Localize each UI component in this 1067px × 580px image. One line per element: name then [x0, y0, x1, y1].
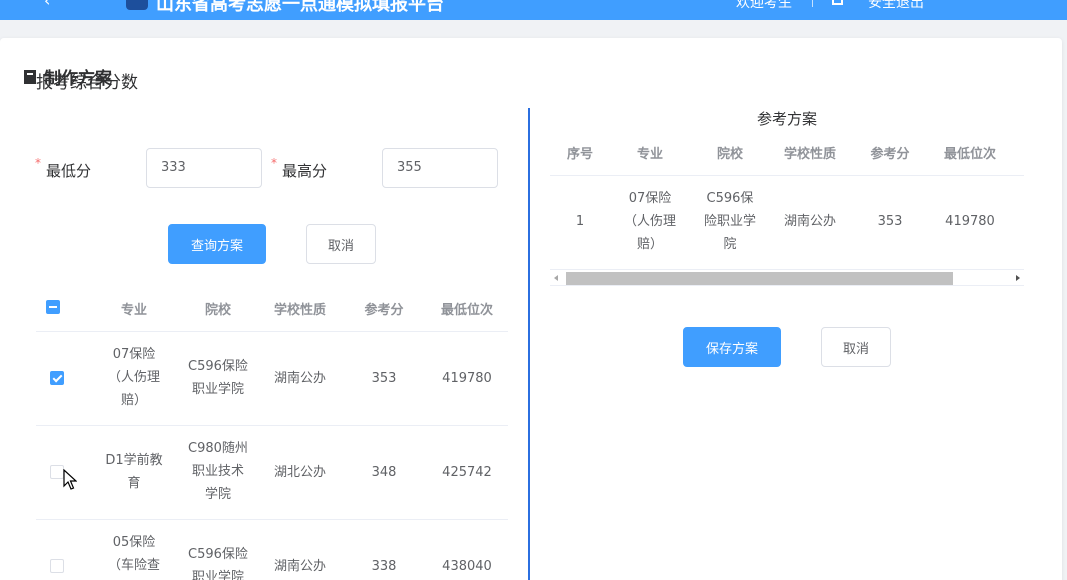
- cell-school: C596保 险职业学 院: [692, 187, 768, 256]
- reference-plan-title: 参考方案: [756, 110, 817, 128]
- cell-school-line: 学院: [204, 487, 231, 502]
- col-header-rank: 最低位次: [440, 303, 493, 318]
- cell-school: C596保险 职业学院: [176, 543, 260, 580]
- cell-major-line: （人伤理: [623, 214, 676, 229]
- cell-major-line: 07保险: [112, 347, 156, 362]
- section-title: 报考综合分数: [36, 73, 138, 93]
- header-separator: [812, 0, 813, 7]
- cell-major: 07保险 （人伤理 赔）: [612, 187, 688, 256]
- cell-score: 353: [877, 214, 903, 229]
- app-title: 山东省高考志愿一点通模拟填报平台: [156, 0, 444, 15]
- cell-major: 05保险 （车险查: [96, 531, 172, 577]
- scrollbar-thumb[interactable]: [566, 272, 953, 285]
- cell-school-line: C980随州: [188, 441, 248, 456]
- cell-score: 348: [371, 465, 397, 480]
- cell-score: 338: [371, 559, 397, 574]
- row-checkbox[interactable]: [50, 465, 64, 479]
- col-header-score: 参考分: [364, 303, 404, 318]
- cell-type: 湖北公办: [273, 465, 326, 480]
- col-header-index: 序号: [566, 147, 593, 162]
- required-mark: *: [35, 156, 41, 170]
- cell-type: 湖南公办: [783, 214, 836, 229]
- logout-icon[interactable]: [832, 0, 843, 5]
- row-divider: [36, 425, 508, 426]
- cell-type: 湖南公办: [273, 559, 326, 574]
- row-divider: [36, 519, 508, 520]
- col-header-school: 院校: [716, 147, 743, 162]
- cell-major-line: 07保险: [628, 191, 672, 206]
- cell-school-line: 职业学院: [191, 570, 244, 580]
- scroll-right-icon[interactable]: [1016, 275, 1020, 281]
- cell-school: C596保险 职业学院: [176, 355, 260, 401]
- logo-icon: [126, 0, 148, 10]
- cell-school-line: 职业技术: [191, 464, 244, 479]
- user-greeting: 欢迎考生: [736, 0, 792, 11]
- cell-major: D1学前教 育: [96, 449, 172, 495]
- cell-school-line: C596保: [706, 191, 754, 206]
- logout-link[interactable]: 安全退出: [868, 0, 924, 12]
- row-divider: [550, 175, 1024, 176]
- cell-school-line: 险职业学: [703, 214, 756, 229]
- cell-rank: 425742: [442, 465, 492, 480]
- min-score-input[interactable]: 333: [146, 148, 262, 188]
- cell-major-line: （车险查: [107, 558, 160, 573]
- cell-major-line: 05保险: [112, 535, 156, 550]
- top-bar: ‹ 山东省高考志愿一点通模拟填报平台 欢迎考生 安全退出: [0, 0, 1067, 20]
- cell-school-line: 职业学院: [191, 382, 244, 397]
- cell-major-line: 赔）: [120, 393, 147, 408]
- cell-major: 07保险 （人伤理 赔）: [96, 343, 172, 412]
- column-divider: [528, 108, 530, 580]
- cell-school-line: C596保险: [188, 547, 248, 562]
- cell-major-line: D1学前教: [105, 453, 163, 468]
- save-plan-button[interactable]: 保存方案: [683, 327, 781, 367]
- max-score-label-text: 最高分: [282, 162, 328, 180]
- horizontal-scrollbar[interactable]: [550, 269, 1024, 286]
- cell-rank: 419780: [442, 371, 492, 386]
- col-header-type: 学校性质: [783, 147, 836, 162]
- col-header-major: 专业: [120, 303, 147, 318]
- cell-school: C980随州 职业技术 学院: [176, 437, 260, 506]
- col-header-score: 参考分: [870, 147, 910, 162]
- cell-rank: 438040: [442, 559, 492, 574]
- required-mark: *: [271, 156, 277, 170]
- col-header-major: 专业: [636, 147, 663, 162]
- cell-school-line: C596保险: [188, 359, 248, 374]
- min-score-label-text: 最低分: [46, 162, 92, 180]
- cell-major-line: （人伤理: [107, 370, 160, 385]
- max-score-input[interactable]: 355: [382, 148, 498, 188]
- row-checkbox[interactable]: [50, 559, 64, 573]
- back-icon[interactable]: ‹: [44, 0, 50, 10]
- cancel-button[interactable]: 取消: [306, 224, 376, 264]
- query-plan-button[interactable]: 查询方案: [168, 224, 266, 264]
- col-header-rank: 最低位次: [943, 147, 996, 162]
- row-checkbox[interactable]: [50, 371, 64, 385]
- cell-rank: 419780: [945, 214, 995, 229]
- min-score-label: * 最低分: [35, 156, 92, 181]
- cell-index: 1: [575, 214, 585, 229]
- right-cancel-button[interactable]: 取消: [821, 327, 891, 367]
- cell-school-line: 院: [723, 237, 737, 252]
- row-divider: [36, 331, 508, 332]
- col-header-school: 院校: [204, 303, 231, 318]
- cell-score: 353: [371, 371, 397, 386]
- select-all-checkbox[interactable]: [46, 300, 60, 314]
- mouse-cursor-icon: [63, 469, 77, 490]
- max-score-label: * 最高分: [271, 156, 328, 181]
- cell-type: 湖南公办: [273, 371, 326, 386]
- bookmark-icon: [24, 69, 36, 84]
- cell-major-line: 赔）: [636, 237, 663, 252]
- col-header-type: 学校性质: [273, 303, 326, 318]
- cell-major-line: 育: [127, 476, 141, 491]
- scroll-left-icon[interactable]: [554, 275, 558, 281]
